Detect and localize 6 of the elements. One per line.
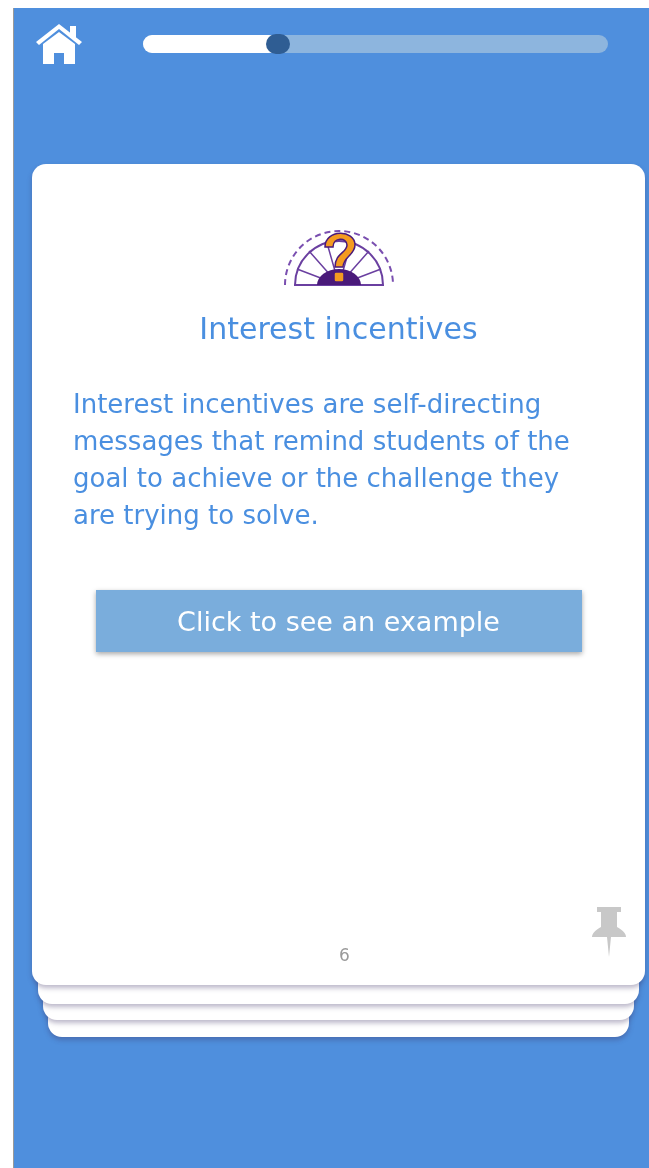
home-icon[interactable] bbox=[34, 22, 84, 66]
card-title: Interest incentives bbox=[199, 311, 478, 346]
card-description: Interest incentives are self-directing messages that remind students of the goal to achieve or the challenge they are trying to solve. bbox=[72, 388, 571, 532]
example-button[interactable]: Click to see an example bbox=[95, 590, 582, 652]
page-number: 6 bbox=[339, 945, 350, 965]
progress-thumb[interactable] bbox=[265, 34, 290, 54]
